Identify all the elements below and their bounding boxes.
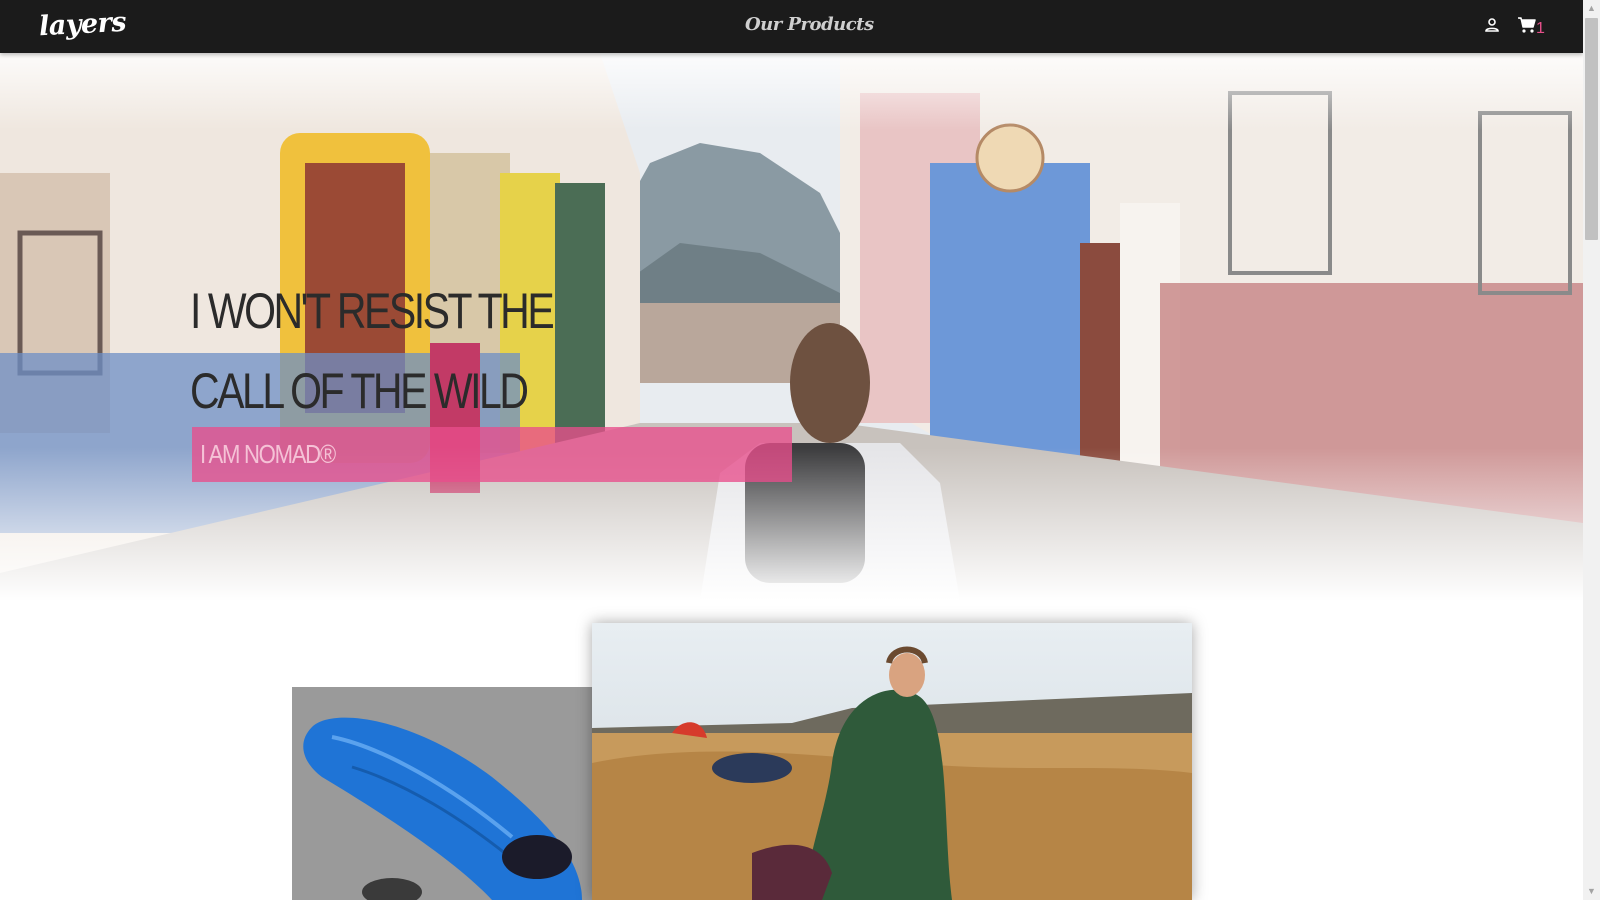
cart-count-badge: 1	[1536, 20, 1545, 37]
user-icon[interactable]	[1484, 17, 1500, 33]
product-lifestyle-image[interactable]	[592, 623, 1192, 900]
tagline-banner: I AM NOMAD®	[192, 427, 792, 482]
blue-sleeping-bag-illustration	[292, 687, 592, 900]
woman-sleeping-bag-illustration	[592, 623, 1192, 900]
page-scrollbar[interactable]: ▲ ▼	[1583, 0, 1600, 900]
our-products-link[interactable]: Our Products	[745, 14, 874, 35]
scroll-down-arrow-icon[interactable]: ▼	[1583, 883, 1600, 900]
scroll-up-arrow-icon[interactable]: ▲	[1583, 0, 1600, 17]
scroll-thumb[interactable]	[1585, 18, 1598, 240]
sleeping-bag-image[interactable]	[292, 687, 592, 900]
top-navbar: layers Our Products 1	[0, 0, 1583, 53]
hero-headline-line1: I WON'T RESIST THE	[190, 283, 555, 339]
cart-icon[interactable]	[1517, 16, 1537, 34]
brand-logo[interactable]: layers	[38, 7, 127, 43]
hero-headline-line2: CALL OF THE WILD	[190, 363, 529, 419]
tagline-text: I AM NOMAD®	[200, 439, 336, 469]
hero-banner: I WON'T RESIST THE CALL OF THE WILD I AM…	[0, 53, 1583, 601]
